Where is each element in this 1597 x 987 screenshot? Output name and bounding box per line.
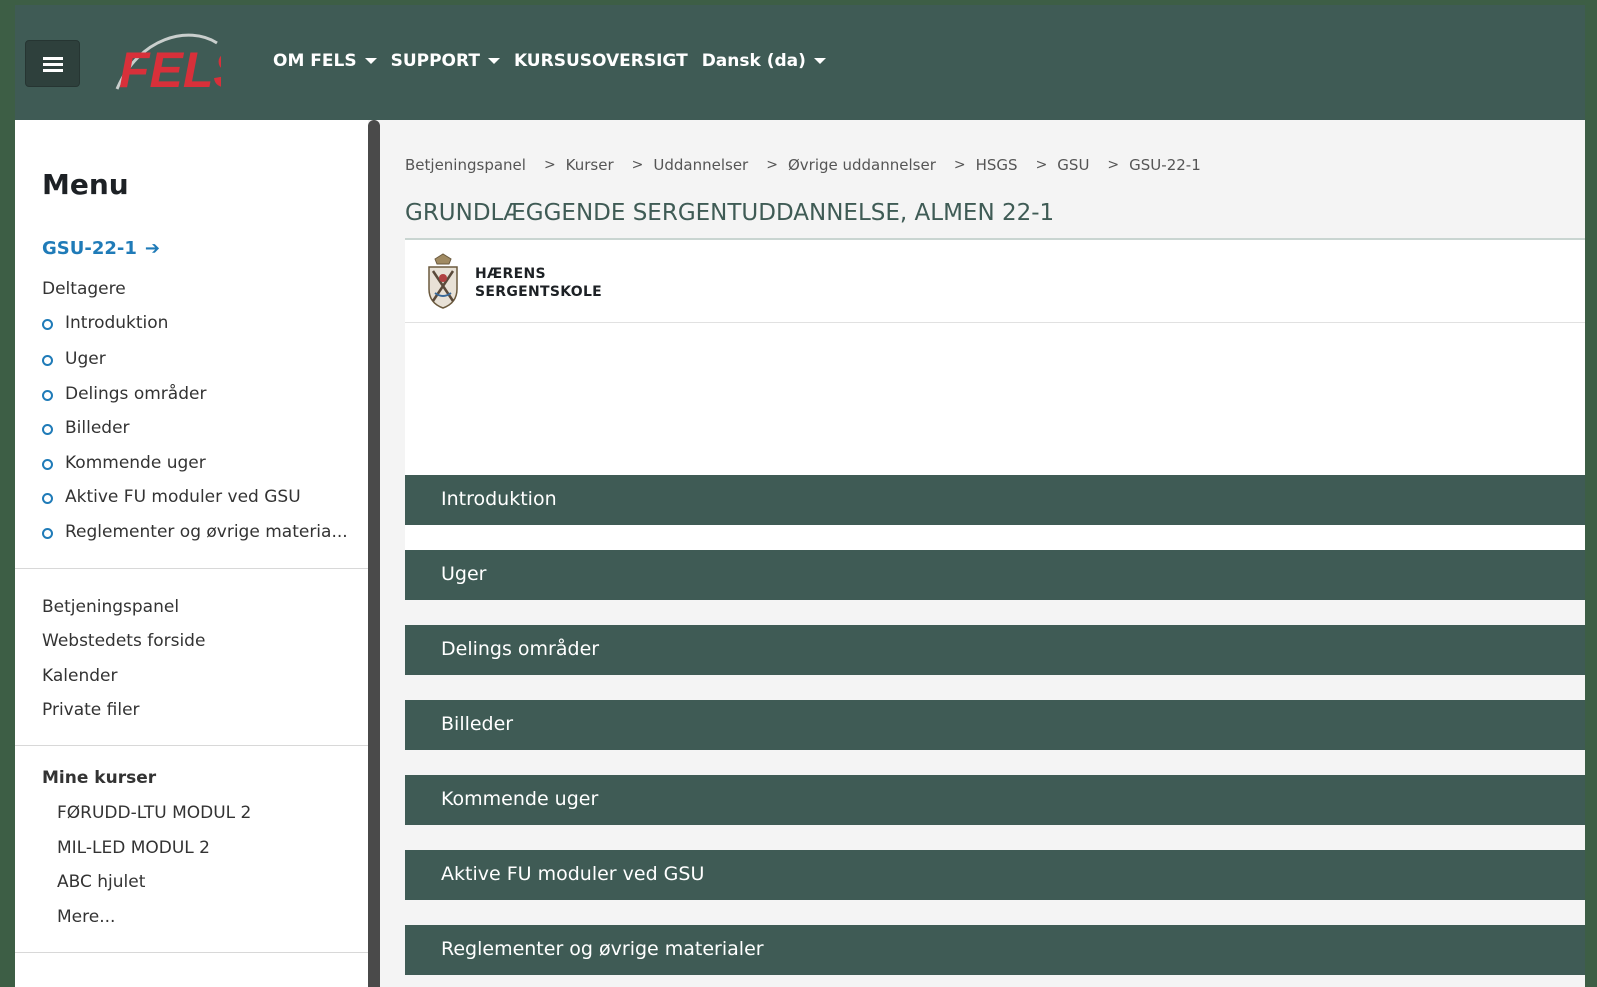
drawer-toggle-button[interactable] <box>25 40 80 87</box>
course-section-header[interactable]: Aktive FU moduler ved GSU <box>405 850 1585 900</box>
hamburger-icon <box>42 56 63 72</box>
circle-icon <box>42 458 53 470</box>
drawer-section-label: Reglementer og øvrige materia... <box>65 522 348 542</box>
course-section-header[interactable]: Billeder <box>405 700 1585 750</box>
section-title: Delings områder <box>441 638 600 660</box>
breadcrumb-item[interactable]: HSGS <box>976 156 1018 174</box>
course-section-header[interactable]: Introduktion <box>405 475 1585 525</box>
school-banner: HÆRENS SERGENTSKOLE <box>405 240 1585 323</box>
top-navbar: FELS OM FELS SUPPORT KURSUSOVERSIGT Dans… <box>15 5 1585 120</box>
caret-down-icon <box>364 58 377 64</box>
chevron-right-icon: > <box>1035 157 1048 173</box>
language-label: Dansk (da) <box>701 51 806 71</box>
chevron-right-icon: > <box>766 157 778 173</box>
course-section-header[interactable]: Delings områder <box>405 625 1585 675</box>
drawer-section-item[interactable]: Kommende uger <box>42 453 206 473</box>
chevron-right-icon: > <box>543 157 556 173</box>
circle-icon <box>42 423 53 435</box>
drawer-section-item[interactable]: Delings områder <box>42 384 206 404</box>
course-section-header[interactable]: Reglementer og øvrige materialer <box>405 925 1585 975</box>
nav-kursusoversigt-label: KURSUSOVERSIGT <box>513 51 688 71</box>
logo-text: FELS <box>119 42 221 93</box>
dashboard-link[interactable]: Betjeningspanel <box>42 597 179 617</box>
drawer-section-item[interactable]: Billeder <box>42 418 130 438</box>
breadcrumb-item[interactable]: GSU-22-1 <box>1129 156 1201 174</box>
circle-icon <box>42 318 53 330</box>
school-name: HÆRENS SERGENTSKOLE <box>475 265 602 301</box>
chevron-right-icon: > <box>631 157 644 173</box>
section-title: Reglementer og øvrige materialer <box>441 938 764 960</box>
nav-support-label: SUPPORT <box>390 51 480 71</box>
drawer-section-label: Delings områder <box>65 384 207 404</box>
language-selector[interactable]: Dansk (da) <box>702 51 826 71</box>
circle-icon <box>42 354 53 366</box>
drawer-divider <box>15 952 368 953</box>
nav-kursusoversigt[interactable]: KURSUSOVERSIGT <box>514 51 688 71</box>
breadcrumb-item[interactable]: GSU <box>1057 156 1089 174</box>
breadcrumb: Betjeningspanel > Kurser > Uddannelser >… <box>405 156 1201 174</box>
course-section-header[interactable]: Kommende uger <box>405 775 1585 825</box>
nav-om-fels[interactable]: OM FELS <box>273 51 377 71</box>
chevron-right-icon: > <box>953 157 966 173</box>
my-course-link[interactable]: FØRUDD-LTU MODUL 2 <box>57 803 251 823</box>
circle-icon <box>42 492 53 504</box>
nav-om-fels-label: OM FELS <box>273 51 357 71</box>
app-frame: FELS OM FELS SUPPORT KURSUSOVERSIGT Dans… <box>15 5 1585 987</box>
my-courses-heading: Mine kurser <box>42 768 157 788</box>
school-name-line1: HÆRENS <box>475 266 546 282</box>
chevron-right-icon: > <box>1107 157 1120 173</box>
drawer-title: Menu <box>42 168 129 201</box>
fels-logo[interactable]: FELS <box>109 27 247 98</box>
calendar-link[interactable]: Kalender <box>42 666 117 686</box>
course-home-link[interactable]: GSU-22-1 ➔ <box>42 238 160 259</box>
drawer-scrollbar[interactable] <box>368 120 380 987</box>
course-link-label: GSU-22-1 <box>42 238 137 259</box>
participants-link[interactable]: Deltagere <box>42 279 126 299</box>
site-home-link[interactable]: Webstedets forside <box>42 631 205 651</box>
section-title: Introduktion <box>441 488 557 510</box>
my-course-link[interactable]: MIL-LED MODUL 2 <box>57 838 210 858</box>
drawer-section-label: Kommende uger <box>65 453 206 473</box>
breadcrumb-item[interactable]: Uddannelser <box>653 156 748 174</box>
caret-down-icon <box>487 58 500 64</box>
drawer-section-label: Uger <box>65 349 106 369</box>
page-title: GRUNDLÆGGENDE SERGENTUDDANNELSE, ALMEN 2… <box>405 200 1055 226</box>
drawer-section-item[interactable]: Aktive FU moduler ved GSU <box>42 487 301 507</box>
top-menu: OM FELS SUPPORT KURSUSOVERSIGT Dansk (da… <box>273 51 840 71</box>
more-courses-link[interactable]: Mere... <box>57 907 115 927</box>
circle-icon <box>42 527 53 539</box>
circle-icon <box>42 389 53 401</box>
course-section-header[interactable]: Uger <box>405 550 1585 600</box>
drawer-divider <box>15 745 368 746</box>
section-title: Kommende uger <box>441 788 599 810</box>
crest-emblem <box>428 253 458 309</box>
private-files-link[interactable]: Private filer <box>42 700 140 720</box>
main-content: Betjeningspanel > Kurser > Uddannelser >… <box>405 120 1585 987</box>
drawer-section-item[interactable]: Introduktion <box>42 313 168 333</box>
arrow-right-icon: ➔ <box>144 238 160 259</box>
section-title: Aktive FU moduler ved GSU <box>441 863 705 885</box>
breadcrumb-item[interactable]: Øvrige uddannelser <box>788 156 936 174</box>
drawer-divider <box>15 568 368 569</box>
caret-down-icon <box>813 58 826 64</box>
school-name-line2: SERGENTSKOLE <box>475 284 603 300</box>
drawer-section-item[interactable]: Reglementer og øvrige materia... <box>42 522 348 542</box>
breadcrumb-item[interactable]: Betjeningspanel <box>405 156 526 174</box>
section-title: Uger <box>441 563 487 585</box>
drawer-section-item[interactable]: Uger <box>42 349 106 369</box>
drawer-section-label: Aktive FU moduler ved GSU <box>65 487 301 507</box>
section-title: Billeder <box>441 713 514 735</box>
my-course-link[interactable]: ABC hjulet <box>57 872 145 892</box>
drawer-section-label: Billeder <box>65 418 130 438</box>
nav-support[interactable]: SUPPORT <box>391 51 500 71</box>
breadcrumb-item[interactable]: Kurser <box>566 156 614 174</box>
nav-drawer: Menu GSU-22-1 ➔ Deltagere Introduktion U… <box>15 120 368 987</box>
drawer-section-label: Introduktion <box>65 313 169 333</box>
